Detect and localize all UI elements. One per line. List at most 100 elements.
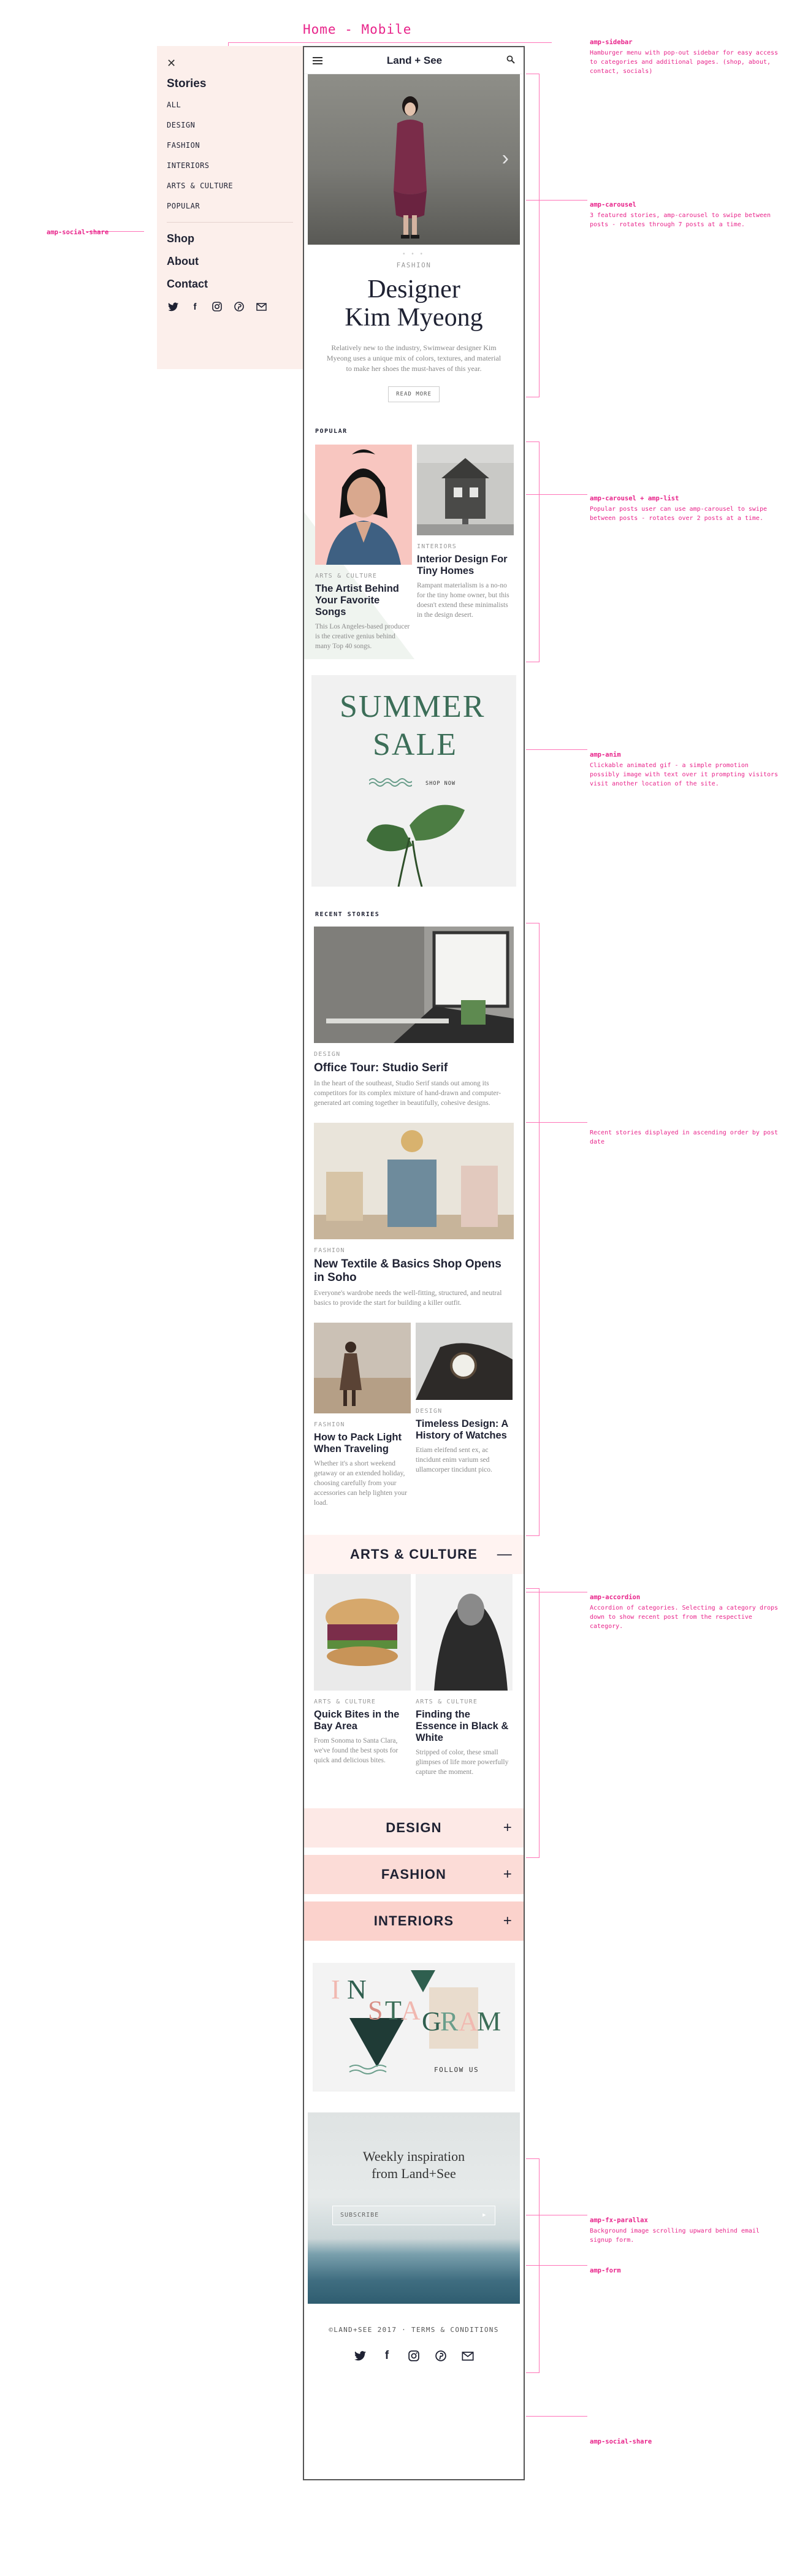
card-title[interactable]: New Textile & Basics Shop Opens in Soho xyxy=(314,1258,514,1285)
instagram-letter: I xyxy=(331,1974,340,2005)
email-icon[interactable] xyxy=(462,2350,474,2362)
annotation-parallax: amp-fx-parallax Background image scrolli… xyxy=(590,2216,780,2245)
facebook-icon[interactable]: f xyxy=(189,300,201,313)
leader-line xyxy=(526,749,587,750)
annotation-sidebar: amp-sidebar Hamburger menu with pop-out … xyxy=(590,38,780,76)
follow-us-link[interactable]: FOLLOW US xyxy=(434,2066,479,2074)
accordion-header-design[interactable]: DESIGN + xyxy=(304,1808,524,1848)
email-icon[interactable] xyxy=(255,300,267,313)
twitter-icon[interactable] xyxy=(354,2350,366,2362)
accordion-header-interiors[interactable]: INTERIORS + xyxy=(304,1901,524,1941)
hero-title-line: Kim Myeong xyxy=(345,304,483,332)
sidebar-item-arts-culture[interactable]: ARTS & CULTURE xyxy=(167,182,293,190)
recent-card[interactable]: DESIGN Office Tour: Studio Serif In the … xyxy=(304,1051,524,1108)
accordion-panel: ARTS & CULTURE Quick Bites in the Bay Ar… xyxy=(304,1574,524,1795)
expand-icon[interactable]: + xyxy=(503,1866,513,1883)
accordion-card[interactable]: ARTS & CULTURE Quick Bites in the Bay Ar… xyxy=(314,1574,411,1765)
recent-card-image[interactable] xyxy=(314,1123,514,1239)
facebook-icon[interactable]: f xyxy=(381,2349,393,2362)
annotation-recent: Recent stories displayed in ascending or… xyxy=(590,1128,780,1147)
sidebar-item-design[interactable]: DESIGN xyxy=(167,121,293,129)
instagram-icon[interactable] xyxy=(408,2350,420,2362)
recent-card-image xyxy=(416,1323,513,1400)
pinterest-icon[interactable] xyxy=(435,2350,447,2362)
summer-sale-promo[interactable]: SUMMER SALE SHOP NOW xyxy=(311,675,516,887)
instagram-promo[interactable]: I N S T A G R A M FOLLOW US xyxy=(313,1963,515,2092)
section-label-recent: RECENT STORIES xyxy=(315,911,380,918)
sidebar-link-shop[interactable]: Shop xyxy=(167,232,293,245)
phone-frame: Land + See › • • • FASHION Designer Kim … xyxy=(303,46,525,2480)
close-icon[interactable]: ✕ xyxy=(167,57,293,70)
sidebar-item-popular[interactable]: POPULAR xyxy=(167,202,293,210)
instagram-letter: R xyxy=(440,2006,459,2036)
signup-title: Weekly inspiration from Land+See xyxy=(308,2148,520,2182)
shop-now-link[interactable]: SHOP NOW xyxy=(425,781,456,787)
footer-copyright[interactable]: ©LAND+SEE 2017 · TERMS & CONDITIONS xyxy=(304,2326,524,2334)
instagram-letter: T xyxy=(385,1995,402,2025)
accordion-header-arts-culture[interactable]: ARTS & CULTURE — xyxy=(304,1535,524,1574)
read-more-button[interactable]: READ MORE xyxy=(388,386,440,402)
card-category: ARTS & CULTURE xyxy=(314,1699,376,1705)
card-title[interactable]: Office Tour: Studio Serif xyxy=(314,1061,514,1075)
recent-card-image xyxy=(314,1323,411,1413)
bracket xyxy=(526,74,540,397)
instagram-letter: M xyxy=(477,2006,501,2036)
card-category: DESIGN xyxy=(314,1051,341,1058)
recent-card-image[interactable] xyxy=(314,927,514,1043)
pinterest-icon[interactable] xyxy=(233,300,245,313)
card-title[interactable]: How to Pack Light When Traveling xyxy=(314,1432,411,1455)
annotation-title: amp-fx-parallax xyxy=(590,2217,648,2224)
accordion-card[interactable]: ARTS & CULTURE Finding the Essence in Bl… xyxy=(416,1574,513,1777)
leader-line xyxy=(526,2416,587,2417)
expand-icon[interactable]: + xyxy=(503,1913,513,1930)
accordion-title: DESIGN xyxy=(386,1820,442,1835)
annotation-anim: amp-anim Clickable animated gif - a simp… xyxy=(590,751,780,789)
card-excerpt: Rampant materialism is a no-no for the t… xyxy=(417,582,509,619)
hamburger-menu-icon[interactable] xyxy=(313,56,322,64)
card-title[interactable]: The Artist Behind Your Favorite Songs xyxy=(315,583,412,618)
sidebar-social-share: f xyxy=(167,300,293,313)
popular-card[interactable]: ARTS & CULTURE The Artist Behind Your Fa… xyxy=(315,445,412,651)
recent-card[interactable]: DESIGN Timeless Design: A History of Wat… xyxy=(416,1323,513,1475)
annotation-text: 3 featured stories, amp-carousel to swip… xyxy=(590,212,771,228)
sidebar-item-interiors[interactable]: INTERIORS xyxy=(167,161,293,170)
card-title[interactable]: Timeless Design: A History of Watches xyxy=(416,1418,513,1442)
newsletter-signup: Weekly inspiration from Land+See SUBSCRI… xyxy=(308,2112,520,2304)
collapse-icon[interactable]: — xyxy=(497,1546,513,1563)
instagram-icon[interactable] xyxy=(211,300,223,313)
recent-card[interactable]: FASHION How to Pack Light When Traveling… xyxy=(314,1323,411,1508)
twitter-icon[interactable] xyxy=(167,300,179,313)
search-icon[interactable] xyxy=(506,55,515,66)
sidebar-item-all[interactable]: ALL xyxy=(167,101,293,109)
hero-title: Designer Kim Myeong xyxy=(304,275,524,332)
sidebar-link-about[interactable]: About xyxy=(167,255,293,268)
brand-logo[interactable]: Land + See xyxy=(387,55,442,67)
popular-carousel[interactable]: ARTS & CULTURE The Artist Behind Your Fa… xyxy=(304,445,524,671)
signup-title-line: from Land+See xyxy=(372,2166,456,2181)
card-title[interactable]: Interior Design For Tiny Homes xyxy=(417,554,514,577)
accordion-header-fashion[interactable]: FASHION + xyxy=(304,1855,524,1894)
annotation-text: Accordion of categories. Selecting a cat… xyxy=(590,1605,779,1630)
expand-icon[interactable]: + xyxy=(503,1819,513,1836)
submit-arrow-icon[interactable]: ▸ xyxy=(482,2210,487,2220)
sidebar-link-contact[interactable]: Contact xyxy=(167,278,293,291)
top-bar: Land + See xyxy=(304,47,524,74)
card-title[interactable]: Quick Bites in the Bay Area xyxy=(314,1709,411,1732)
popular-card-image xyxy=(315,445,412,565)
card-category: FASHION xyxy=(314,1247,345,1254)
hero-excerpt: Relatively new to the industry, Swimwear… xyxy=(326,343,501,373)
carousel-dots[interactable]: • • • xyxy=(304,251,524,258)
popular-card[interactable]: INTERIORS Interior Design For Tiny Homes… xyxy=(417,445,514,620)
card-title[interactable]: Finding the Essence in Black & White xyxy=(416,1709,513,1744)
recent-card[interactable]: FASHION New Textile & Basics Shop Opens … xyxy=(304,1247,524,1308)
sidebar-item-fashion[interactable]: FASHION xyxy=(167,141,293,150)
sidebar-heading: Stories xyxy=(167,77,207,90)
hero-carousel-image[interactable]: › xyxy=(308,74,520,245)
subscribe-email-input[interactable]: SUBSCRIBE ▸ xyxy=(332,2206,495,2225)
carousel-next-icon[interactable]: › xyxy=(502,147,509,170)
